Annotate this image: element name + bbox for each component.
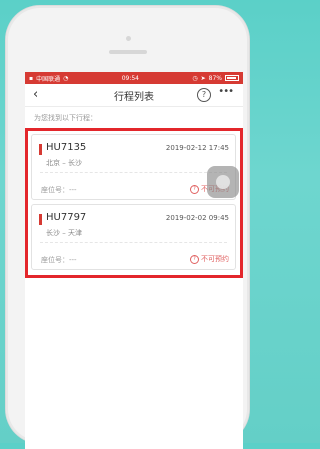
trip-card[interactable]: HU7797 2019-02-02 09:45 长沙 – 天津 座位号：--- … (31, 204, 236, 270)
status-time: 09:54 (121, 74, 139, 82)
nav-bar: ‹ 行程列表 ? ••• (25, 84, 243, 107)
assistive-touch-button[interactable] (207, 166, 239, 198)
app-screen: ▪ 中国联通 ◔ 09:54 ◷ ➤ 87% ‹ 行程列表 ? ••• 为您找到… (25, 72, 243, 449)
signal-icon: ▪ (29, 74, 34, 82)
booking-status-label: 不可预约 (201, 255, 229, 263)
flight-number: HU7135 (46, 142, 87, 153)
battery-percent: 87% (208, 74, 222, 82)
earpiece-speaker (108, 50, 147, 54)
location-icon: ➤ (200, 74, 206, 82)
seat-number: 座位号：--- (41, 256, 77, 264)
alarm-icon: ◷ (192, 74, 198, 82)
trip-datetime: 2019-02-02 09:45 (165, 214, 229, 222)
accent-bar (39, 214, 42, 225)
battery-icon (224, 75, 239, 81)
card-divider (40, 172, 227, 173)
phone-frame: ▪ 中国联通 ◔ 09:54 ◷ ➤ 87% ‹ 行程列表 ? ••• 为您找到… (6, 6, 249, 449)
wifi-icon: ◔ (63, 74, 69, 82)
trip-card[interactable]: HU7135 2019-02-12 17:45 北京 – 长沙 座位号：--- … (31, 134, 236, 200)
carrier-label: 中国联通 (36, 75, 61, 83)
accent-bar (39, 144, 42, 155)
question-icon: ? (190, 254, 199, 264)
more-dots-icon[interactable]: ••• (218, 86, 234, 97)
question-icon: ? (190, 184, 199, 194)
seat-number: 座位号：--- (41, 186, 77, 194)
flight-number: HU7797 (46, 212, 87, 223)
card-divider (40, 242, 227, 243)
status-bar: ▪ 中国联通 ◔ 09:54 ◷ ➤ 87% (25, 72, 243, 84)
booking-status[interactable]: ? 不可预约 (190, 254, 229, 264)
trip-datetime: 2019-02-12 17:45 (165, 144, 229, 152)
trip-route: 北京 – 长沙 (46, 159, 82, 167)
help-circle-icon[interactable]: ? (197, 88, 211, 102)
trip-route: 长沙 – 天津 (46, 229, 82, 237)
chevron-left-icon[interactable]: ‹ (33, 88, 38, 102)
front-sensor (125, 36, 131, 41)
result-hint: 为您找到以下行程： (34, 114, 97, 122)
